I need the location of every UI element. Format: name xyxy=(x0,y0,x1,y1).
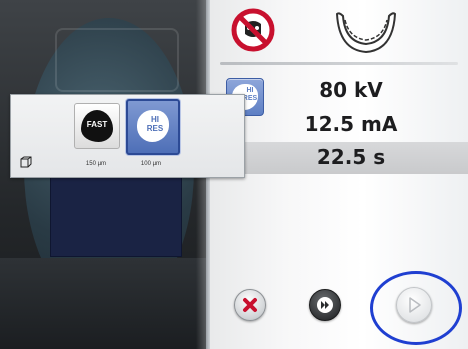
scanner-screen: HI RES 80 kV 12.5 mA 22.5 s FAST HI RES … xyxy=(0,0,468,349)
exposure-time-row[interactable]: 22.5 s xyxy=(206,142,468,174)
no-metal-icon xyxy=(231,8,275,52)
fast-forward-button[interactable] xyxy=(309,289,341,321)
ma-value[interactable]: 12.5 mA xyxy=(266,112,436,136)
cancel-icon xyxy=(243,298,257,312)
sensor-preview-outline xyxy=(55,28,179,92)
hi-res-resolution-label: 100 µm xyxy=(140,161,162,167)
preview-bottom-strip xyxy=(0,258,206,349)
start-button-highlight-ring xyxy=(370,271,462,345)
fast-mode-button[interactable]: FAST xyxy=(74,103,120,149)
exposure-parameters: HI RES 80 kV 12.5 mA xyxy=(206,66,468,196)
cancel-button[interactable] xyxy=(234,289,266,321)
resolution-selector-popup: FAST HI RES 150 µm 100 µm xyxy=(10,94,245,178)
fast-mode-label: FAST xyxy=(86,120,108,129)
hi-res-mode-button[interactable]: HI RES xyxy=(126,99,180,155)
hi-res-mode-label: HI RES xyxy=(146,115,164,133)
panel-divider xyxy=(220,62,458,65)
exposure-time-value: 22.5 s xyxy=(316,145,386,169)
fast-resolution-label: 150 µm xyxy=(85,161,107,167)
kv-value[interactable]: 80 kV xyxy=(266,78,436,102)
bite-block-icon xyxy=(335,12,397,54)
fast-forward-icon xyxy=(317,297,333,313)
accessory-icons-row xyxy=(206,0,468,62)
cube-icon xyxy=(20,156,32,168)
